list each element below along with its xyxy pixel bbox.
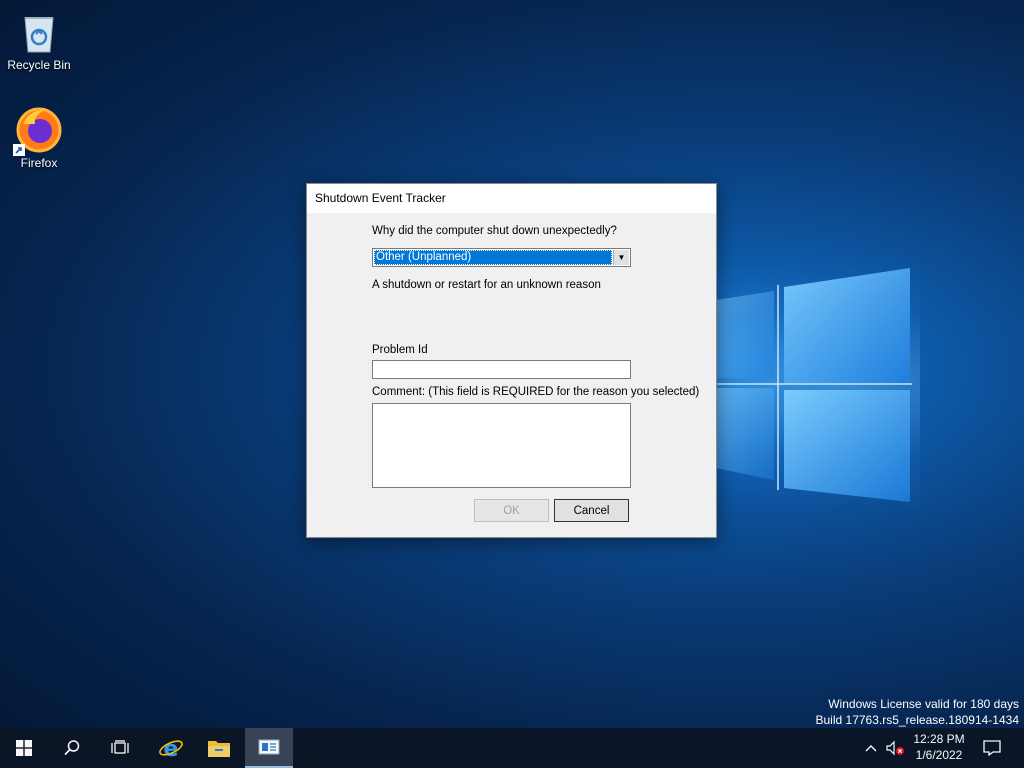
desktop-icon-firefox[interactable]: Firefox bbox=[1, 106, 77, 170]
taskbar-clock[interactable]: 12:28 PM 1/6/2022 bbox=[908, 731, 970, 763]
task-view-icon bbox=[111, 740, 129, 754]
taskbar-file-explorer[interactable] bbox=[195, 728, 243, 768]
volume-muted-icon bbox=[886, 740, 904, 756]
reason-description: A shutdown or restart for an unknown rea… bbox=[372, 279, 601, 291]
search-button[interactable] bbox=[48, 728, 96, 768]
desktop-icon-recycle-bin[interactable]: Recycle Bin bbox=[1, 8, 77, 72]
dialog-titlebar[interactable]: Shutdown Event Tracker bbox=[307, 184, 716, 213]
start-button[interactable] bbox=[0, 728, 48, 768]
shortcut-arrow-icon bbox=[13, 144, 25, 156]
file-explorer-icon bbox=[208, 741, 230, 757]
task-view-button[interactable] bbox=[96, 728, 144, 768]
chevron-up-icon bbox=[865, 745, 877, 752]
desktop-icon-label: Firefox bbox=[20, 156, 58, 170]
license-line: Windows License valid for 180 days bbox=[828, 697, 1019, 711]
build-line: Build 17763.rs5_release.180914-1434 bbox=[815, 713, 1020, 727]
clock-time: 12:28 PM bbox=[913, 732, 965, 746]
shutdown-tracker-icon bbox=[258, 739, 280, 755]
taskbar-internet-explorer[interactable]: e bbox=[147, 728, 195, 768]
recycle-bin-icon bbox=[15, 8, 63, 56]
clock-date: 1/6/2022 bbox=[915, 748, 963, 762]
show-hidden-icons-button[interactable] bbox=[858, 728, 884, 768]
comment-textarea[interactable] bbox=[372, 403, 631, 488]
dialog-title: Shutdown Event Tracker bbox=[315, 191, 446, 205]
shutdown-reason-selected: Other (Unplanned) bbox=[374, 250, 612, 265]
shutdown-reason-dropdown[interactable]: Other (Unplanned) ▼ bbox=[372, 248, 631, 267]
taskbar-shutdown-tracker[interactable] bbox=[245, 728, 293, 768]
notification-icon bbox=[983, 740, 1001, 756]
windows-start-icon bbox=[16, 740, 32, 756]
license-watermark: Windows License valid for 180 days Build… bbox=[816, 696, 1020, 728]
problem-id-input[interactable] bbox=[372, 360, 631, 379]
shutdown-question-label: Why did the computer shut down unexpecte… bbox=[372, 225, 617, 237]
cancel-button[interactable]: Cancel bbox=[554, 499, 629, 522]
desktop-icon-label: Recycle Bin bbox=[7, 58, 71, 72]
firefox-icon bbox=[13, 106, 63, 156]
action-center-button[interactable] bbox=[972, 728, 1012, 768]
volume-tray-button[interactable] bbox=[882, 728, 908, 768]
search-icon bbox=[64, 740, 80, 756]
internet-explorer-icon: e bbox=[159, 737, 183, 761]
problem-id-label: Problem Id bbox=[372, 344, 428, 356]
shutdown-event-tracker-dialog: Shutdown Event Tracker Why did the compu… bbox=[306, 183, 717, 538]
ok-button[interactable]: OK bbox=[474, 499, 549, 522]
dropdown-arrow-icon[interactable]: ▼ bbox=[613, 250, 629, 265]
comment-label: Comment: (This field is REQUIRED for the… bbox=[372, 386, 700, 398]
taskbar: e 12:28 PM 1/6/2022 bbox=[0, 728, 1024, 768]
